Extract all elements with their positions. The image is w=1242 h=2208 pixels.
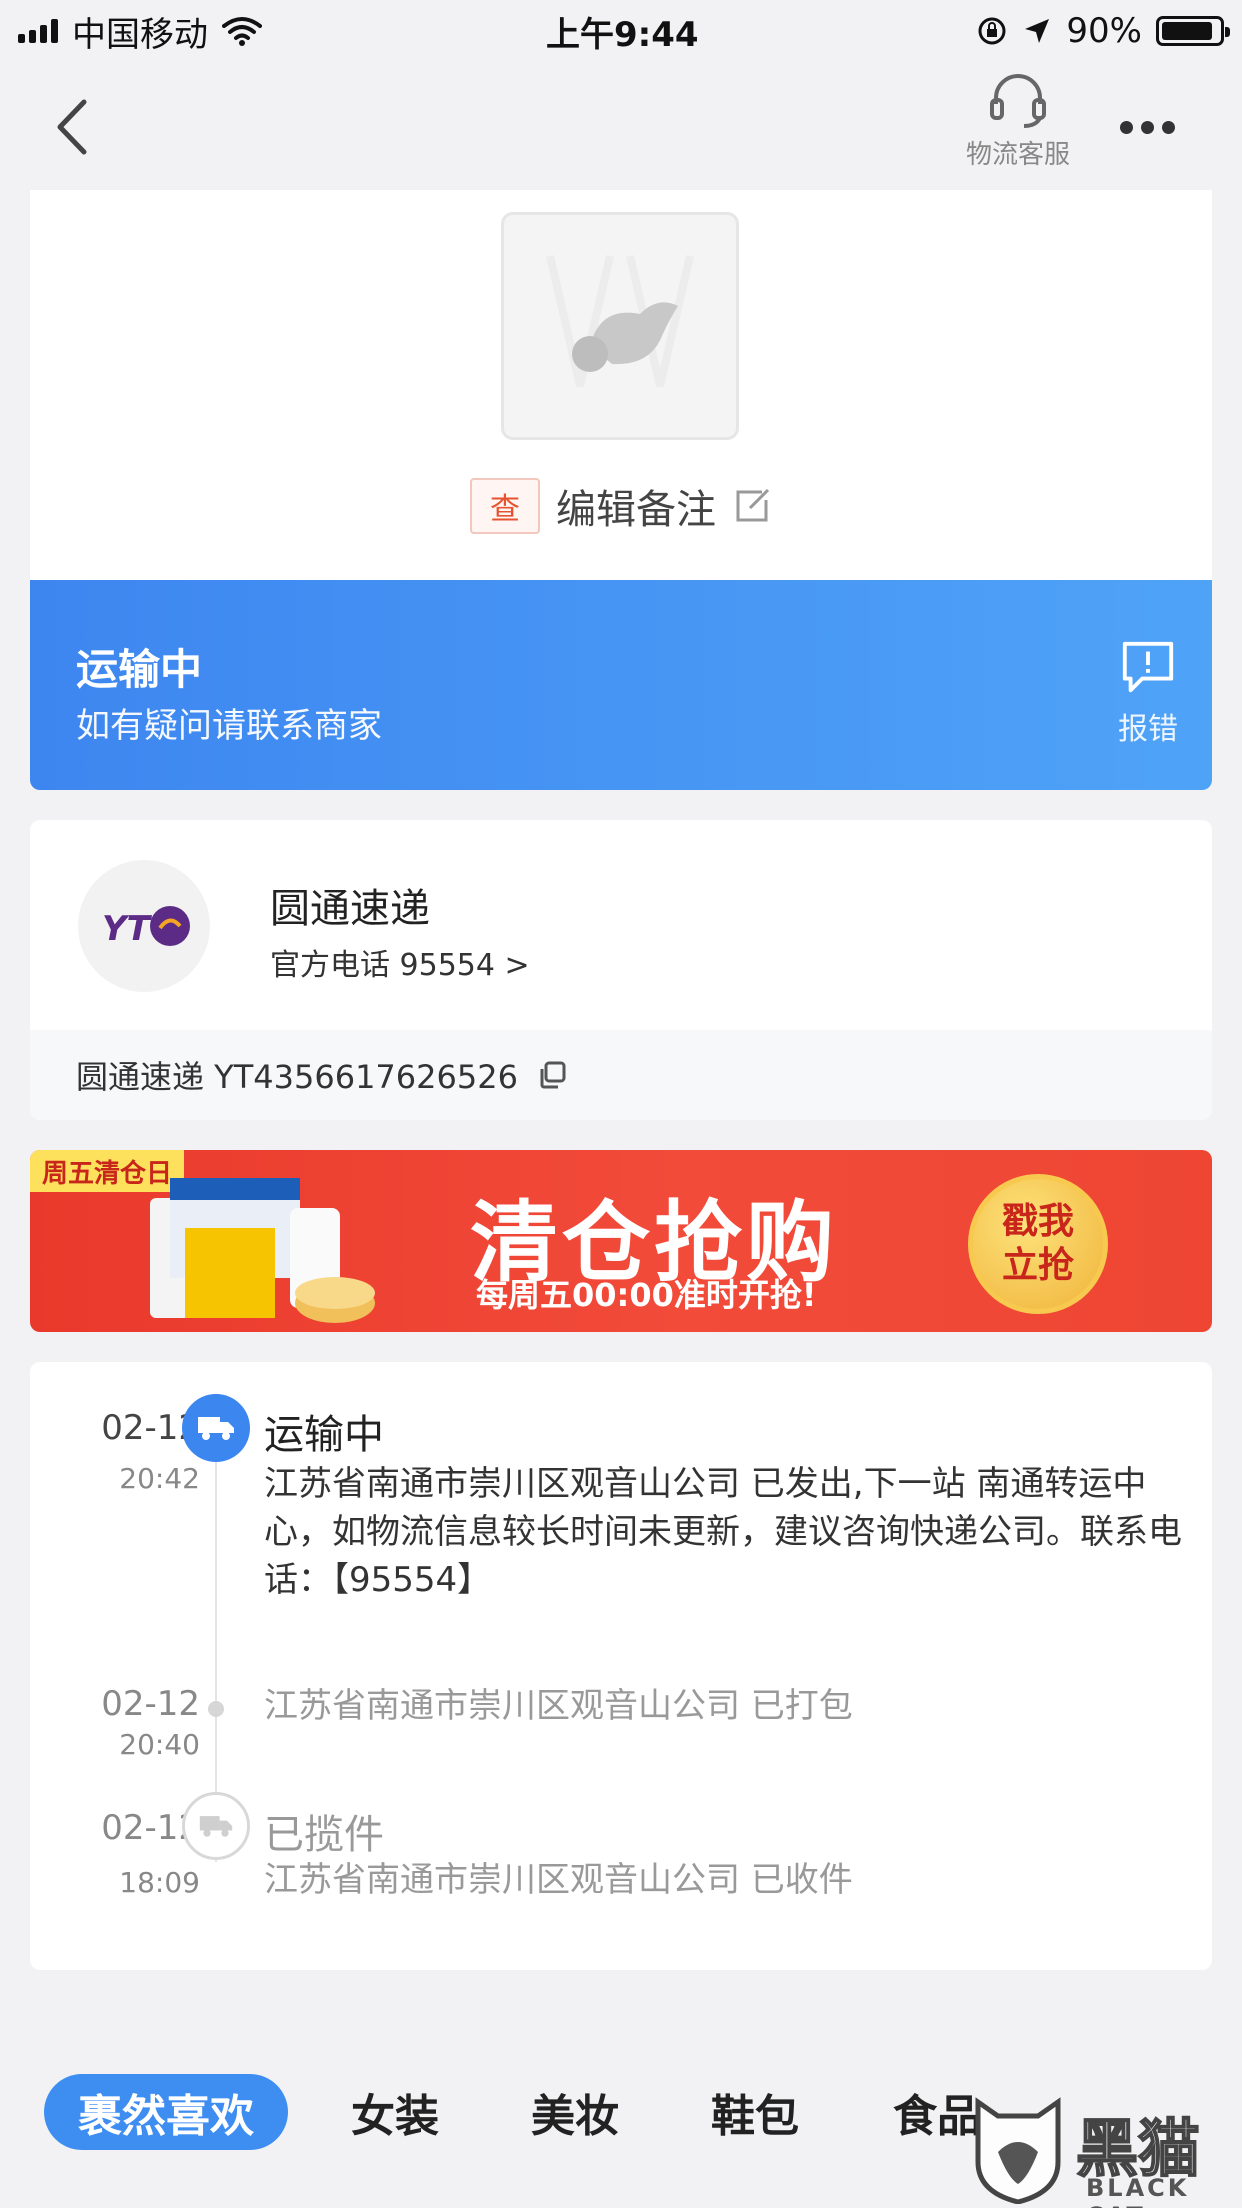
product-card: 查 编辑备注 <box>30 190 1212 580</box>
product-thumbnail[interactable] <box>501 212 739 440</box>
timeline-description: 江苏省南通市崇川区观音山公司 已打包 <box>264 1686 853 1726</box>
promo-banner[interactable]: 周五清仓日 清仓抢购 每周五00:00准时开抢! 戳我 立抢 <box>30 1150 1212 1332</box>
back-button[interactable] <box>44 92 104 162</box>
courier-logo: YT <box>78 860 210 992</box>
promo-subtitle: 每周五00:00准时开抢! <box>476 1276 817 1314</box>
location-arrow-icon <box>1025 19 1050 43</box>
copy-icon[interactable] <box>536 1059 568 1091</box>
report-error-label: 报错 <box>1118 712 1178 747</box>
timeline-node-dot <box>208 1701 224 1717</box>
bird-placeholder-icon <box>546 255 694 387</box>
svg-text:YT: YT <box>102 909 153 949</box>
report-message-icon <box>1122 641 1174 693</box>
signal-icon <box>18 19 58 43</box>
shipping-status-banner: 运输中 如有疑问请联系商家 报错 <box>30 580 1212 790</box>
report-error-button[interactable]: 报错 <box>1100 638 1196 748</box>
tab-women[interactable]: 女装 <box>330 2074 460 2150</box>
carrier-label: 中国移动 <box>72 14 208 55</box>
promo-button-line1: 戳我 <box>1001 1201 1074 1242</box>
check-tag[interactable]: 查 <box>470 478 540 534</box>
customer-service-label: 物流客服 <box>965 140 1070 170</box>
edit-icon[interactable] <box>732 486 772 526</box>
watermark-subtext: BLACK CAT <box>1086 2174 1190 2208</box>
shipping-status-title: 运输中 <box>76 645 203 694</box>
navigation-bar: 物流客服 <box>0 62 1242 190</box>
wifi-icon <box>222 17 262 46</box>
yto-logo-icon: YT <box>102 906 190 949</box>
timeline-description: 江苏省南通市崇川区观音山公司 已收件 <box>264 1860 853 1900</box>
chevron-left-icon <box>57 99 87 155</box>
promo-button-line2: 立抢 <box>1001 1245 1074 1286</box>
courier-phone-link[interactable]: 官方电话 95554 > <box>270 940 530 984</box>
timeline-time: 20:42 <box>119 1462 200 1495</box>
courier-name: 圆通速递 <box>270 886 430 932</box>
timeline-time: 18:09 <box>119 1866 200 1899</box>
timeline-title: 已揽件 <box>264 1812 384 1858</box>
tab-shoes-bags[interactable]: 鞋包 <box>690 2074 820 2150</box>
timeline-node-muted <box>182 1792 250 1860</box>
tracking-number: 圆通速递 YT4356617626526 <box>76 1058 518 1096</box>
more-dots-icon <box>1120 120 1133 134</box>
tab-beauty[interactable]: 美妆 <box>510 2074 640 2150</box>
promo-grab-button[interactable]: 戳我 立抢 <box>968 1174 1108 1314</box>
timeline-description: 江苏省南通市崇川区观音山公司 已发出,下一站 南通转运中心，如物流信息较长时间未… <box>264 1464 1182 1600</box>
battery-icon <box>1156 16 1230 46</box>
cat-shield-icon <box>975 2097 1061 2204</box>
timeline-date: 02-12 <box>101 1808 200 1848</box>
battery-percent: 90% <box>1066 11 1142 51</box>
status-bar: 中国移动 上午9:44 90% <box>0 0 1242 62</box>
logistics-timeline: 02-12 20:42 运输中 江苏省南通市崇川区观音山公司 已发出,下一站 南… <box>30 1362 1212 1970</box>
shipping-status-subtitle: 如有疑问请联系商家 <box>76 706 382 746</box>
promo-products-image <box>150 1178 375 1323</box>
truck-icon <box>198 1417 234 1440</box>
timeline-date: 02-12 <box>101 1408 200 1448</box>
headset-icon <box>990 74 1046 128</box>
tab-recommend[interactable]: 裹然喜欢 <box>44 2074 288 2150</box>
rotation-lock-icon <box>978 17 1006 45</box>
more-options-button[interactable] <box>1120 112 1180 142</box>
note-row: 查 编辑备注 <box>30 474 1212 538</box>
black-cat-watermark: 黑猫 BLACK CAT <box>968 2090 1242 2208</box>
courier-card: YT 圆通速递 官方电话 95554 > 圆通速递 YT435661762652… <box>30 820 1212 1120</box>
timeline-date: 02-12 <box>101 1684 200 1724</box>
timeline-node-active <box>182 1394 250 1462</box>
tracking-number-row: 圆通速递 YT4356617626526 <box>30 1030 1212 1120</box>
timeline-title: 运输中 <box>264 1412 384 1458</box>
clock: 上午9:44 <box>546 14 699 55</box>
edit-note-label[interactable]: 编辑备注 <box>556 477 716 535</box>
truck-icon <box>199 1816 233 1837</box>
timeline-time: 20:40 <box>119 1728 200 1761</box>
customer-service-button[interactable]: 物流客服 <box>950 70 1086 180</box>
